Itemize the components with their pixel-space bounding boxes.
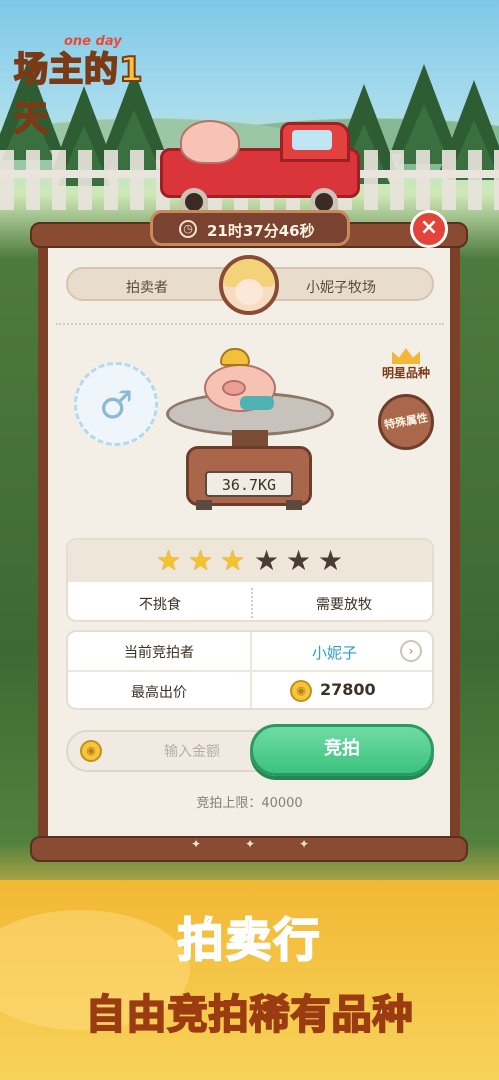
pig-weight: 36.7KG [221, 476, 277, 494]
promo-title: 拍卖行 [177, 912, 322, 968]
star-icon-filled: ★ [188, 544, 214, 577]
star-breed-badge[interactable]: 明星品种 [374, 348, 438, 382]
clock-icon: ◷ [179, 220, 197, 238]
promo-subtitle: 自由竞拍稀有品种 [85, 991, 414, 1039]
bid-button[interactable]: 竞拍 [250, 724, 434, 776]
ornament-icon: ✦ [298, 837, 310, 851]
coin-icon: ◉ [80, 740, 102, 762]
seller-label: 拍卖者 [126, 280, 168, 296]
countdown-timer: ◷ 21时37分46秒 [150, 210, 350, 246]
trait-label: 不挑食 [139, 597, 181, 613]
male-icon: ♂ [98, 383, 134, 427]
weight-scale: 36.7KG [186, 446, 312, 506]
star-icon-empty: ★ [254, 544, 280, 577]
pig-truck-illustration [160, 112, 380, 216]
gender-badge: ♂ [74, 362, 158, 446]
logo-title: 场主的1天 [13, 49, 144, 140]
close-icon: × [419, 215, 439, 240]
bid-limit-text: 竞拍上限：40000 [196, 796, 303, 811]
pig-info-card: ★ ★ ★ ★ ★ ★ 不挑食 需要放牧 [66, 538, 434, 622]
current-bidder-label: 当前竞拍者 [124, 645, 194, 661]
special-attribute-label: 特殊属性 [383, 411, 429, 432]
pig-image [200, 346, 280, 416]
rating-stars: ★ ★ ★ ★ ★ ★ [68, 540, 432, 582]
truck-pig [180, 120, 240, 164]
seller-avatar[interactable] [219, 255, 279, 315]
ornament-icon: ✦ [190, 837, 202, 851]
special-attribute-badge[interactable]: 特殊属性 [378, 394, 434, 450]
current-bidder-name[interactable]: 小妮子 [312, 642, 357, 663]
star-icon-filled: ★ [156, 544, 182, 577]
star-icon-filled: ★ [220, 544, 246, 577]
star-icon-empty: ★ [318, 544, 344, 577]
star-breed-label: 明星品种 [381, 366, 430, 380]
crown-icon [392, 348, 420, 364]
game-logo: one day 场主的1天 [13, 34, 174, 140]
divider [56, 323, 444, 325]
highest-bid-value: 27800 [320, 680, 376, 699]
bid-info-card: 当前竞拍者 小妮子 › 最高出价 ◉ 27800 [66, 630, 434, 710]
countdown-text: 21时37分46秒 [207, 222, 315, 240]
star-icon-empty: ★ [286, 544, 312, 577]
close-button[interactable]: × [410, 210, 448, 248]
trait-label: 需要放牧 [316, 597, 372, 613]
bid-amount-input[interactable] [112, 740, 272, 764]
scale-feet [196, 500, 302, 510]
highest-bid-label: 最高出价 [131, 685, 187, 701]
chevron-right-icon[interactable]: › [400, 640, 422, 662]
ornament-icon: ✦ [244, 837, 256, 851]
seller-name: 小妮子牧场 [306, 280, 376, 296]
coin-icon: ◉ [290, 680, 312, 702]
